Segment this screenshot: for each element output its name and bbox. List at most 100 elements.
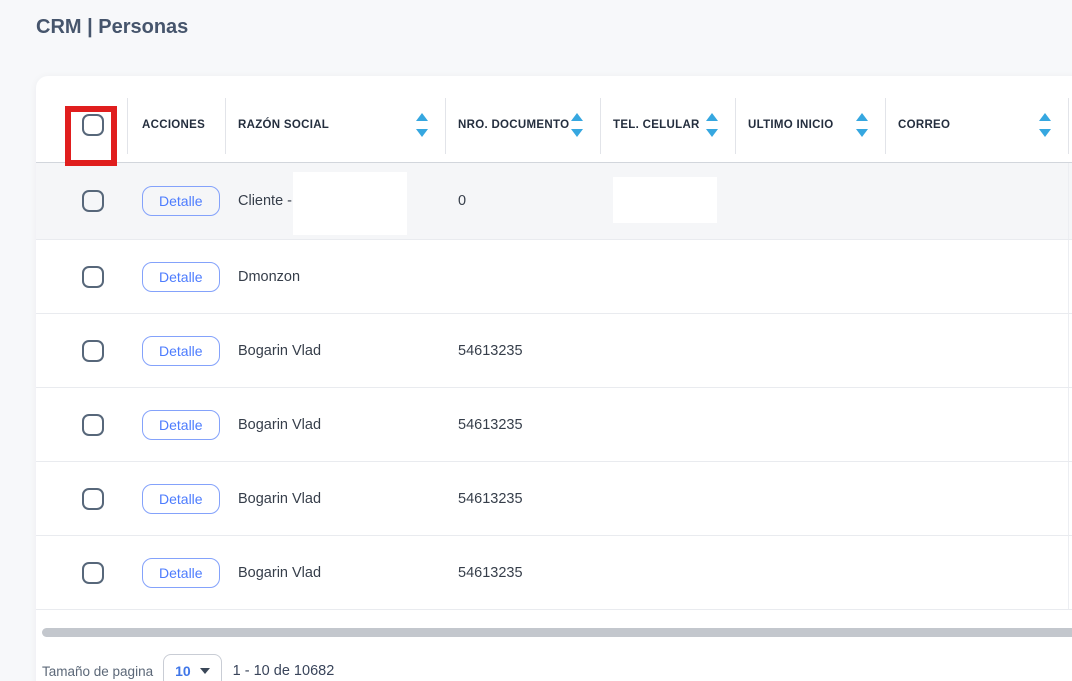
row-filler-cell	[1068, 240, 1072, 313]
razon-social-cell: Bogarin Vlad	[225, 388, 445, 461]
detalle-button[interactable]: Detalle	[142, 186, 220, 216]
table-card: ACCIONES RAZÓN SOCIAL NRO. DOCUMENTO TEL…	[36, 76, 1072, 681]
sort-desc-icon[interactable]	[1039, 129, 1051, 137]
row-filler-cell	[1068, 536, 1072, 609]
razon-social-cell: Bogarin Vlad	[225, 314, 445, 387]
sort-control[interactable]	[416, 113, 428, 137]
table-row: Detalle Dmonzon	[36, 240, 1072, 314]
redacted-area	[613, 177, 717, 223]
sort-control[interactable]	[856, 113, 868, 137]
row-actions-cell: Detalle	[127, 314, 225, 387]
page-size-label: Tamaño de pagina	[42, 664, 153, 679]
nro-documento-value: 54613235	[458, 565, 523, 581]
caret-down-icon	[200, 668, 210, 674]
razon-social-cell: Bogarin Vlad	[225, 462, 445, 535]
nro-documento-value: 54613235	[458, 417, 523, 433]
column-header-nro-documento[interactable]: NRO. DOCUMENTO	[445, 88, 600, 162]
detalle-button[interactable]: Detalle	[142, 262, 220, 292]
sort-asc-icon[interactable]	[571, 113, 583, 121]
row-actions-cell: Detalle	[127, 462, 225, 535]
row-actions-cell: Detalle	[127, 163, 225, 239]
nro-documento-value: 54613235	[458, 343, 523, 359]
sort-desc-icon[interactable]	[571, 129, 583, 137]
sort-desc-icon[interactable]	[856, 129, 868, 137]
column-header-ultimo-inicio[interactable]: ULTIMO INICIO	[735, 88, 885, 162]
tel-celular-cell	[600, 388, 735, 461]
sort-desc-icon[interactable]	[416, 129, 428, 137]
row-select-cell	[36, 462, 127, 535]
table-row: Detalle Bogarin Vlad 54613235	[36, 536, 1072, 610]
pagination-range-text: 1 - 10 de 10682	[233, 663, 335, 679]
column-header-label: CORREO	[898, 119, 950, 131]
razon-social-value: Bogarin Vlad	[238, 491, 321, 507]
nro-documento-cell: 54613235	[445, 536, 600, 609]
sort-control[interactable]	[571, 113, 583, 137]
correo-cell	[885, 163, 1068, 239]
column-header-label: NRO. DOCUMENTO	[458, 119, 569, 131]
tel-celular-cell	[600, 462, 735, 535]
row-filler-cell	[1068, 163, 1072, 239]
sort-desc-icon[interactable]	[706, 129, 718, 137]
column-header-label: ULTIMO INICIO	[748, 119, 833, 131]
horizontal-scrollbar[interactable]	[42, 628, 1072, 637]
tel-celular-cell	[600, 314, 735, 387]
sort-control[interactable]	[1039, 113, 1051, 137]
nro-documento-cell	[445, 240, 600, 313]
sort-asc-icon[interactable]	[416, 113, 428, 121]
table-header-row: ACCIONES RAZÓN SOCIAL NRO. DOCUMENTO TEL…	[36, 76, 1072, 163]
row-checkbox[interactable]	[82, 562, 104, 584]
razon-social-cell: Bogarin Vlad	[225, 536, 445, 609]
ultimo-inicio-cell	[735, 462, 885, 535]
sort-control[interactable]	[706, 113, 718, 137]
detalle-button[interactable]: Detalle	[142, 484, 220, 514]
nro-documento-cell: 54613235	[445, 388, 600, 461]
correo-cell	[885, 462, 1068, 535]
razon-social-value: Dmonzon	[238, 269, 300, 285]
sort-asc-icon[interactable]	[856, 113, 868, 121]
column-header-correo[interactable]: CORREO	[885, 88, 1068, 162]
correo-cell	[885, 388, 1068, 461]
row-checkbox[interactable]	[82, 414, 104, 436]
table-row: Detalle Bogarin Vlad 54613235	[36, 314, 1072, 388]
razon-social-cell: Dmonzon	[225, 240, 445, 313]
nro-documento-cell: 54613235	[445, 314, 600, 387]
razon-social-value: Bogarin Vlad	[238, 343, 321, 359]
row-select-cell	[36, 240, 127, 313]
select-all-checkbox[interactable]	[82, 114, 104, 136]
table-body: Detalle Cliente - 0 Detalle Dmonzon Deta…	[36, 163, 1072, 610]
table-row: Detalle Cliente - 0	[36, 163, 1072, 240]
page-title: CRM | Personas	[36, 16, 188, 39]
redacted-area	[293, 172, 407, 235]
sort-asc-icon[interactable]	[1039, 113, 1051, 121]
correo-cell	[885, 314, 1068, 387]
row-checkbox[interactable]	[82, 190, 104, 212]
detalle-button[interactable]: Detalle	[142, 336, 220, 366]
razon-social-value: Cliente -	[238, 193, 292, 209]
row-checkbox[interactable]	[82, 340, 104, 362]
nro-documento-cell: 0	[445, 163, 600, 239]
row-select-cell	[36, 163, 127, 239]
row-filler-cell	[1068, 462, 1072, 535]
column-header-tel-celular[interactable]: TEL. CELULAR	[600, 88, 735, 162]
row-actions-cell: Detalle	[127, 240, 225, 313]
column-header-razon-social[interactable]: RAZÓN SOCIAL	[225, 88, 445, 162]
detalle-button[interactable]: Detalle	[142, 410, 220, 440]
tel-celular-cell	[600, 536, 735, 609]
header-filler-cell	[1068, 88, 1072, 162]
column-header-label: RAZÓN SOCIAL	[238, 119, 329, 131]
nro-documento-value: 54613235	[458, 491, 523, 507]
correo-cell	[885, 240, 1068, 313]
page-size-select[interactable]: 10	[163, 654, 222, 681]
ultimo-inicio-cell	[735, 240, 885, 313]
pagination-bar: Tamaño de pagina 10 1 - 10 de 10682	[42, 653, 334, 681]
detalle-button[interactable]: Detalle	[142, 558, 220, 588]
column-header-label: TEL. CELULAR	[613, 119, 700, 131]
tel-celular-cell	[600, 240, 735, 313]
row-actions-cell: Detalle	[127, 388, 225, 461]
sort-asc-icon[interactable]	[706, 113, 718, 121]
row-checkbox[interactable]	[82, 266, 104, 288]
row-filler-cell	[1068, 314, 1072, 387]
row-select-cell	[36, 314, 127, 387]
row-actions-cell: Detalle	[127, 536, 225, 609]
row-checkbox[interactable]	[82, 488, 104, 510]
